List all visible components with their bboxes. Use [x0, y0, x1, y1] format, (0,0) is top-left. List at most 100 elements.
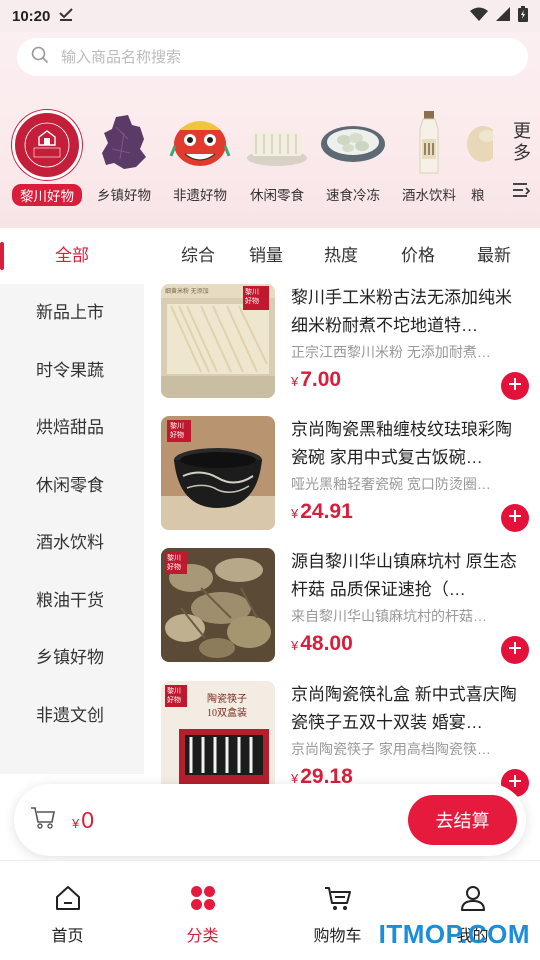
side-item-drinks[interactable]: 酒水饮料 — [0, 514, 144, 572]
lion-head-icon — [167, 110, 233, 176]
category-label: 黎川好物 — [12, 184, 82, 206]
category-item-town[interactable]: 乡镇好物 — [84, 110, 164, 204]
side-item-bakery[interactable]: 烘焙甜品 — [0, 399, 144, 457]
currency-symbol: ¥ — [291, 506, 299, 521]
badge-line: 黎川 — [167, 555, 181, 562]
badge-line: 好物 — [167, 564, 181, 571]
category-item-frozen[interactable]: 速食冷冻 — [313, 110, 393, 204]
currency-symbol: ¥ — [291, 638, 299, 653]
category-label: 非遗好物 — [173, 188, 227, 203]
cart-icon — [324, 885, 352, 916]
product-card[interactable]: 黎川好物 源自黎川华山镇麻坑村 原生态杆菇 品质保证速抢（… 来自黎川华山镇麻坑… — [161, 548, 531, 664]
badge-line: 好物 — [245, 298, 259, 305]
home-icon — [54, 885, 82, 916]
map-region-icon — [91, 110, 157, 176]
plus-icon — [508, 509, 522, 528]
product-price: ¥24.91 — [291, 500, 353, 524]
lichuan-badge: 黎川 好物 — [245, 288, 259, 306]
cart-total: ¥0 — [72, 807, 94, 834]
lichuan-badge: 黎川 好物 — [167, 554, 181, 572]
mushroom-image: 黎川 好物 — [161, 548, 275, 662]
side-item-town[interactable]: 乡镇好物 — [0, 629, 144, 687]
category-item-snack[interactable]: 休闲零食 — [237, 110, 317, 204]
sort-tab-popularity[interactable]: 热度 — [324, 228, 358, 284]
side-item-snack[interactable]: 休闲零食 — [0, 457, 144, 515]
lichuan-logo-icon — [12, 110, 82, 180]
category-item-lichuan[interactable]: 黎川好物 — [7, 110, 87, 206]
image-text-line: 陶瓷筷子 — [207, 694, 247, 705]
wifi-icon — [470, 7, 488, 25]
category-grid-icon — [190, 885, 216, 916]
add-to-cart-button[interactable] — [501, 636, 529, 664]
currency-symbol: ¥ — [291, 374, 299, 389]
tab-all[interactable]: 全部 — [0, 228, 144, 284]
sort-tab-newest[interactable]: 最新 — [477, 228, 511, 284]
badge-line: 黎川 — [167, 688, 181, 695]
search-bar[interactable] — [17, 38, 528, 76]
category-label: 休闲零食 — [250, 188, 304, 203]
side-item-fruit-veg[interactable]: 时令果蔬 — [0, 342, 144, 400]
badge-line: 黎川 — [245, 289, 259, 296]
product-list: 细黄米粉 无添加 黎川 好物 黎川手工米粉古法无添加纯米细米粉耐煮不坨地道特… 正… — [144, 284, 540, 860]
category-label: 速食冷冻 — [326, 188, 380, 203]
product-title: 京尚陶瓷筷礼盒 新中式喜庆陶瓷筷子五双十双装 婚宴… — [291, 685, 517, 732]
sort-tab-price[interactable]: 价格 — [401, 228, 435, 284]
price-value: 7.00 — [300, 368, 342, 391]
more-categories-button[interactable]: 更多 — [504, 120, 540, 203]
rice-noodle-image: 细黄米粉 无添加 黎川好物 — [161, 284, 275, 398]
cart-summary-bar: ¥0 去结算 — [14, 784, 526, 856]
category-label: 乡镇好物 — [97, 188, 151, 203]
badge-line: 黎川 — [170, 423, 184, 430]
search-icon — [31, 46, 49, 69]
product-card[interactable]: 黎川好物 京尚陶瓷黑釉缠枝纹珐琅彩陶瓷碗 家用中式复古饭碗… 哑光黑釉轻奢瓷碗 … — [161, 416, 531, 532]
price-value: 24.91 — [300, 500, 353, 523]
sort-tab-sales[interactable]: 销量 — [249, 228, 283, 284]
nav-label: 首页 — [51, 928, 84, 945]
status-bar: 10:20 — [0, 0, 540, 32]
sort-tab-comprehensive[interactable]: 综合 — [181, 228, 215, 284]
currency-symbol: ¥ — [72, 815, 80, 831]
top-region: 黎川好物 乡镇好物 非遗好物 — [0, 32, 540, 228]
product-card[interactable]: 细黄米粉 无添加 黎川 好物 黎川手工米粉古法无添加纯米细米粉耐煮不坨地道特… 正… — [161, 284, 531, 400]
signal-icon — [496, 7, 510, 25]
plus-icon — [508, 641, 522, 660]
image-text-line: 10双盒装 — [207, 708, 247, 719]
nav-label: 分类 — [186, 928, 219, 945]
category-item-heritage[interactable]: 非遗好物 — [160, 110, 240, 204]
product-title: 源自黎川华山镇麻坑村 原生态杆菇 品质保证速抢（… — [291, 552, 517, 599]
product-desc: 来自黎川华山镇麻坑村的杆菇… — [291, 608, 487, 624]
category-item-grain[interactable]: 粮 — [445, 110, 501, 204]
more-label: 更多 — [513, 121, 531, 163]
side-item-heritage[interactable]: 非遗文创 — [0, 687, 144, 745]
side-item-new[interactable]: 新品上市 — [0, 284, 144, 342]
check-download-icon — [58, 6, 74, 26]
product-desc: 哑光黑釉轻奢瓷碗 宽口防烫圈… — [291, 476, 491, 492]
add-to-cart-button[interactable] — [501, 372, 529, 400]
product-title: 黎川手工米粉古法无添加纯米细米粉耐煮不坨地道特… — [291, 288, 512, 335]
cart-icon[interactable] — [30, 806, 56, 835]
dumpling-plate-icon — [320, 110, 386, 176]
plus-icon — [508, 377, 522, 396]
side-category-list: 新品上市 时令果蔬 烘焙甜品 休闲零食 酒水饮料 粮油干货 乡镇好物 非遗文创 — [0, 284, 144, 774]
status-time: 10:20 — [12, 7, 51, 25]
image-tag-text: 细黄米粉 无添加 — [165, 289, 209, 295]
search-input[interactable] — [61, 48, 481, 66]
nav-category[interactable]: 分类 — [135, 861, 270, 960]
user-icon — [460, 885, 486, 916]
product-price: ¥7.00 — [291, 368, 341, 392]
badge-line: 好物 — [170, 432, 184, 439]
grain-icon — [448, 110, 498, 176]
product-card[interactable]: 黎川 好物 陶瓷筷子 10双盒装 京尚陶瓷筷礼盒 新中式喜庆陶瓷筷子五双十双装 婚宴… — [161, 681, 531, 797]
chopsticks-image-text: 陶瓷筷子 10双盒装 — [207, 693, 247, 721]
category-row: 黎川好物 乡镇好物 非遗好物 休闲零食 速食冷冻 酒水饮料 粮 — [0, 110, 540, 210]
side-item-grain-oil[interactable]: 粮油干货 — [0, 572, 144, 630]
product-title: 京尚陶瓷黑釉缠枝纹珐琅彩陶瓷碗 家用中式复古饭碗… — [291, 420, 512, 467]
price-value: 48.00 — [300, 632, 353, 655]
category-label: 粮 — [471, 188, 485, 203]
sort-tab-row: 全部 综合 销量 热度 价格 最新 — [0, 228, 540, 284]
nav-home[interactable]: 首页 — [0, 861, 135, 960]
watermark-text: ITMOP.COM — [378, 919, 530, 949]
chopsticks-box-image: 黎川 好物 陶瓷筷子 10双盒装 — [161, 681, 275, 795]
checkout-button[interactable]: 去结算 — [408, 795, 517, 845]
add-to-cart-button[interactable] — [501, 504, 529, 532]
